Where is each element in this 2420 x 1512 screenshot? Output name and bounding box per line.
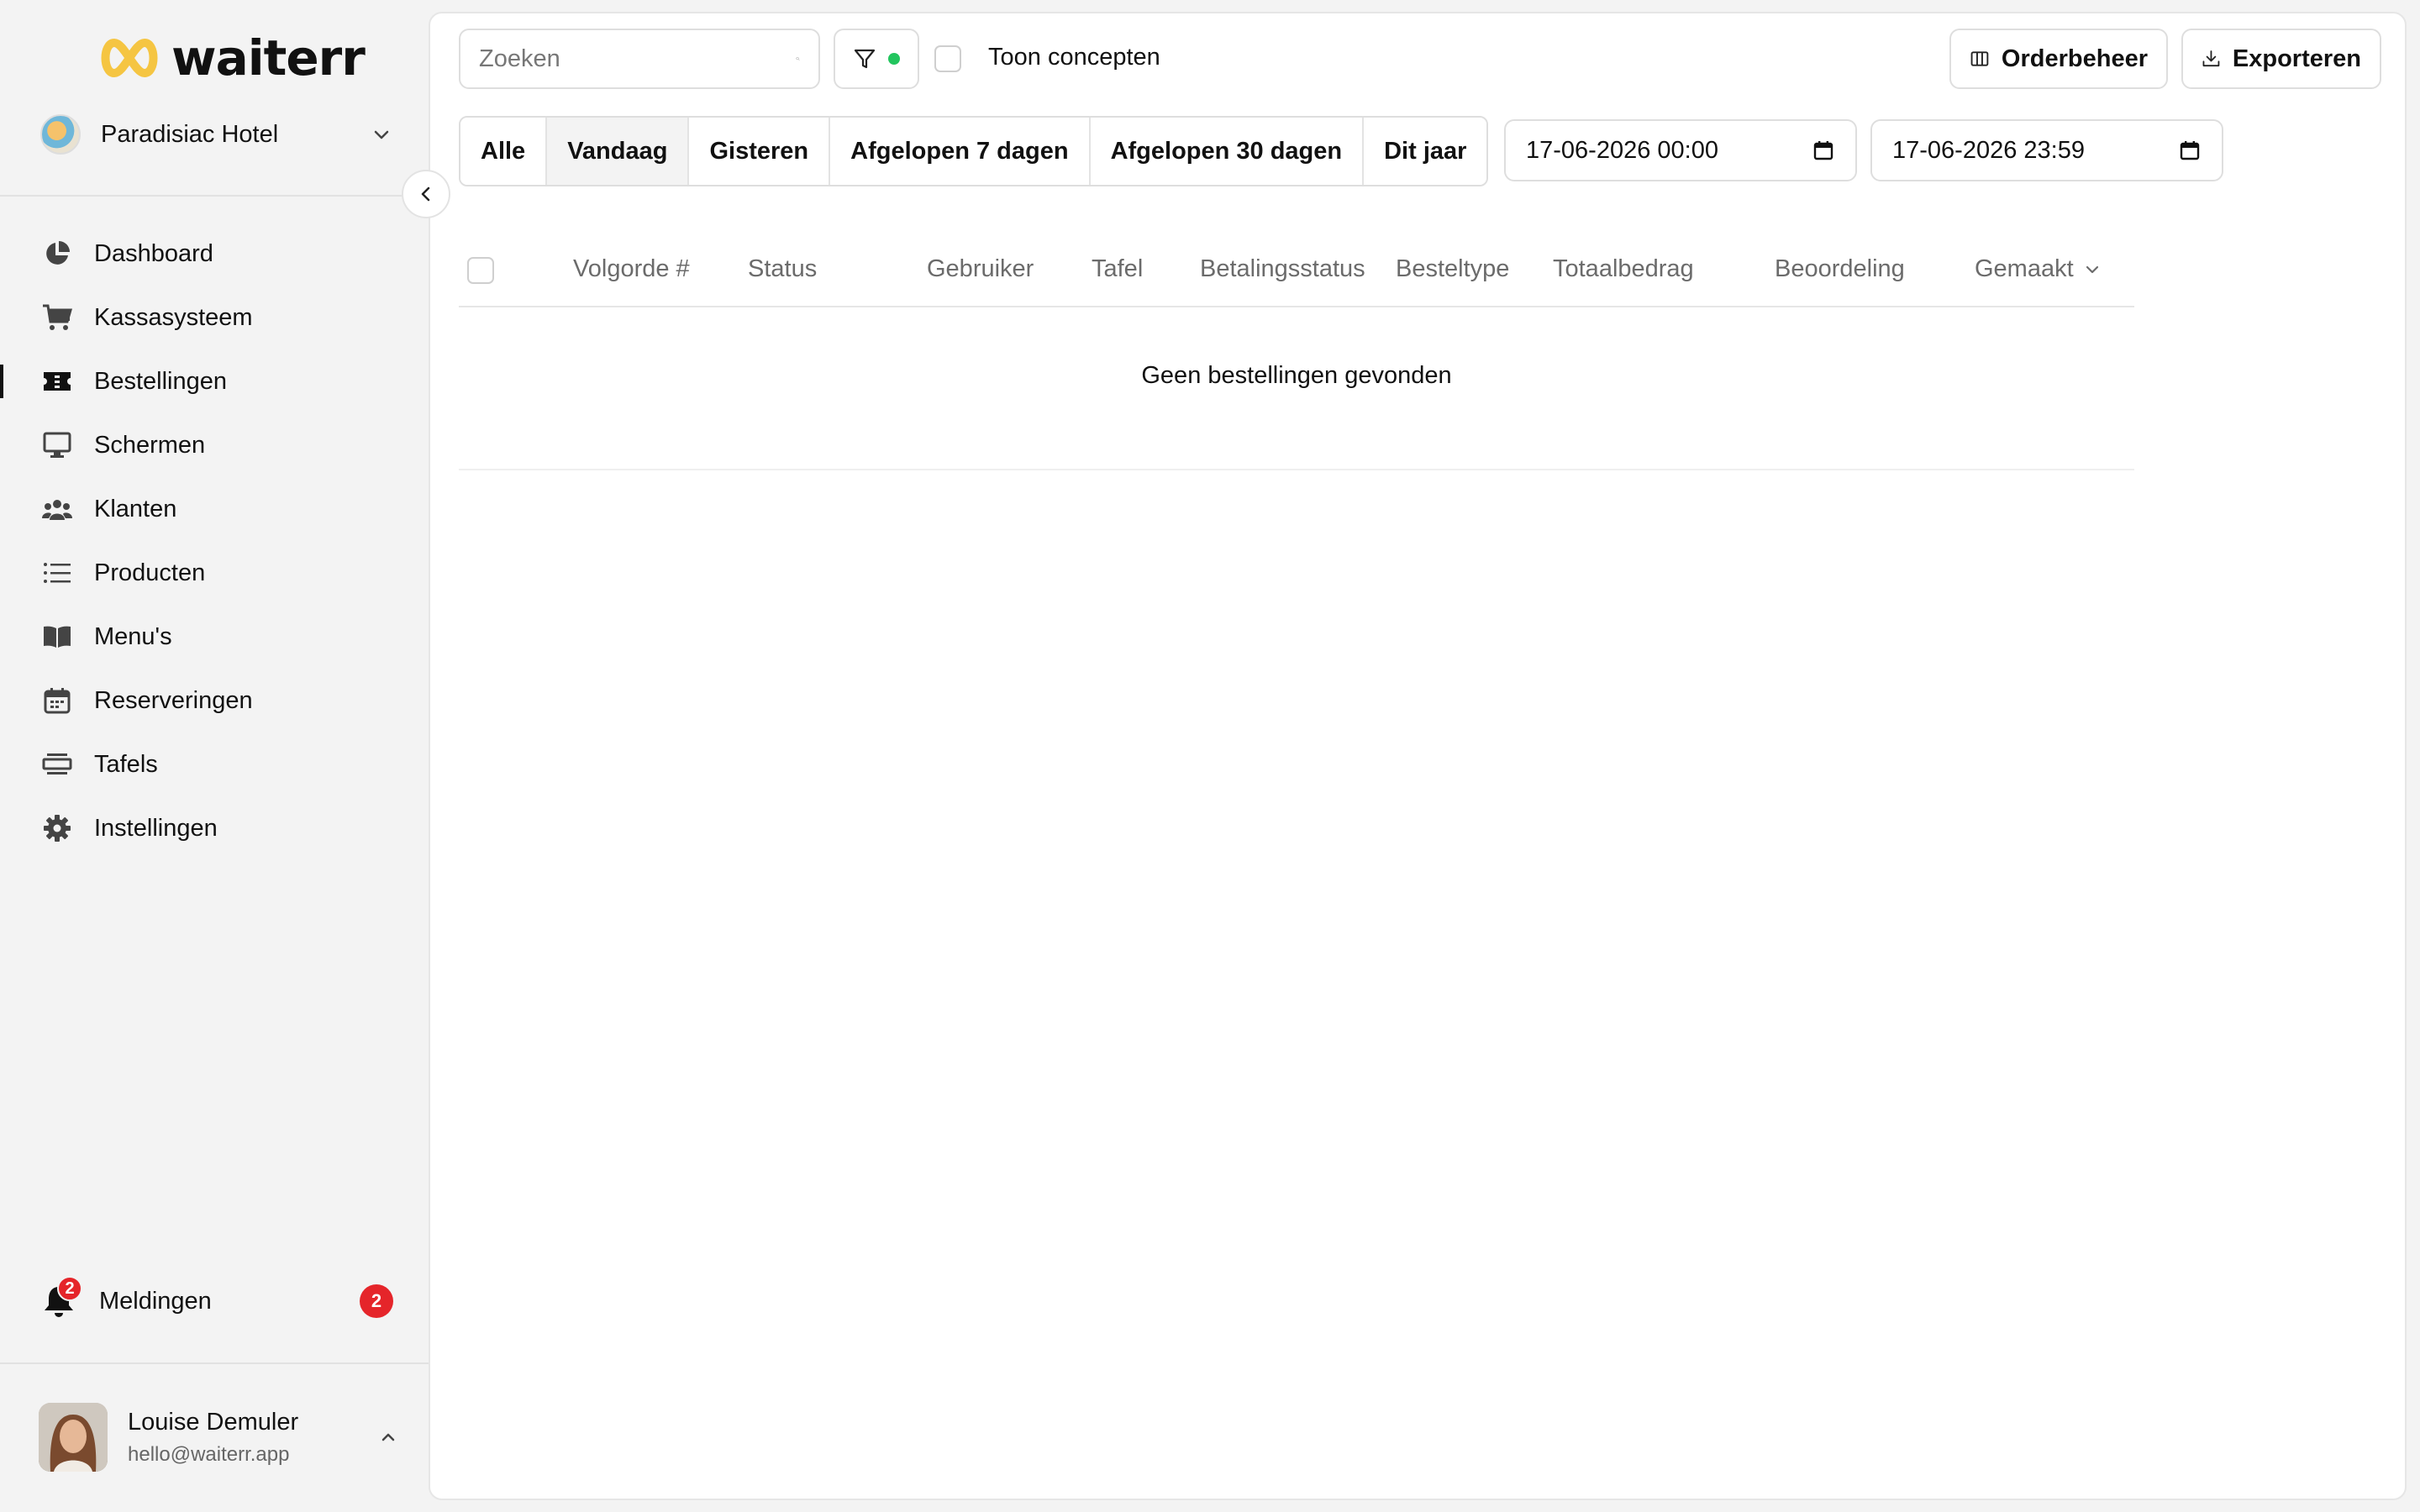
column-header-payment-status[interactable]: Betalingsstatus <box>1200 255 1365 283</box>
sidebar-item-label: Dashboard <box>94 239 213 267</box>
brand-logo[interactable]: waiterr <box>99 29 366 87</box>
column-header-user[interactable]: Gebruiker <box>927 255 1034 283</box>
brand-name: waiterr <box>171 29 366 87</box>
download-icon <box>2202 50 2220 67</box>
chevron-up-icon <box>381 1433 395 1441</box>
range-tab-vandaag[interactable]: Vandaag <box>545 118 688 185</box>
notification-dot-badge: 2 <box>57 1276 82 1301</box>
bell-icon: 2 <box>40 1276 82 1320</box>
gear-icon <box>42 813 72 843</box>
monitor-icon <box>42 430 72 460</box>
collapse-sidebar-button[interactable] <box>402 170 450 218</box>
order-management-label: Orderbeheer <box>2001 45 2148 72</box>
book-icon <box>42 622 72 652</box>
empty-state-message: Geen bestellingen gevonden <box>1141 361 1452 389</box>
cart-icon <box>42 302 72 333</box>
sidebar-divider <box>0 1362 429 1364</box>
users-icon <box>42 494 72 524</box>
date-from-value: 17-06-2026 00:00 <box>1526 136 1718 164</box>
search-input[interactable] <box>479 45 796 73</box>
chevron-left-icon <box>421 186 430 202</box>
order-management-button[interactable]: Orderbeheer <box>1949 29 2168 89</box>
user-menu[interactable]: Louise Demuler hello@waiterr.app <box>39 1403 400 1472</box>
notifications-item[interactable]: 2 Meldingen 2 <box>40 1276 393 1326</box>
orders-table: Volgorde # Status Gebruiker Tafel Betali… <box>459 230 2134 470</box>
venue-avatar <box>40 114 81 155</box>
date-range-tabs: Alle Vandaag Gisteren Afgelopen 7 dagen … <box>459 116 1489 186</box>
sidebar: waiterr Paradisiac Hotel Dashboard Kassa… <box>0 0 429 1512</box>
export-button[interactable]: Exporteren <box>2181 29 2381 89</box>
list-icon <box>42 558 72 588</box>
calendar-picker-icon[interactable] <box>2178 139 2202 162</box>
column-header-table[interactable]: Tafel <box>1092 255 1143 283</box>
column-header-created[interactable]: Gemaakt <box>1975 255 2102 283</box>
ticket-icon <box>42 366 72 396</box>
column-header-rating[interactable]: Beoordeling <box>1775 255 1905 283</box>
sidebar-item-label: Klanten <box>94 495 177 522</box>
user-email: hello@waiterr.app <box>128 1442 290 1466</box>
show-drafts-checkbox[interactable] <box>934 45 961 72</box>
range-tab-gisteren[interactable]: Gisteren <box>687 118 829 185</box>
sidebar-item-kassasysteem[interactable]: Kassasysteem <box>0 286 429 349</box>
range-tab-last-30-days[interactable]: Afgelopen 30 dagen <box>1088 118 1363 185</box>
column-header-order-type[interactable]: Besteltype <box>1396 255 1509 283</box>
user-name: Louise Demuler <box>128 1408 299 1436</box>
search-box <box>459 29 820 89</box>
sidebar-item-label: Instellingen <box>94 814 218 842</box>
avatar <box>39 1403 108 1472</box>
calendar-picker-icon[interactable] <box>1812 139 1835 162</box>
table-icon <box>42 749 72 780</box>
sidebar-item-label: Producten <box>94 559 206 586</box>
search-icon[interactable] <box>796 44 800 74</box>
active-filter-dot <box>888 53 900 65</box>
sidebar-item-label: Tafels <box>94 750 158 778</box>
sidebar-item-label: Schermen <box>94 431 206 459</box>
sidebar-divider <box>0 195 429 197</box>
infinity-logo-icon <box>101 38 158 78</box>
select-all-checkbox[interactable] <box>467 257 494 284</box>
sidebar-item-label: Kassasysteem <box>94 303 253 331</box>
range-tab-this-year[interactable]: Dit jaar <box>1362 118 1487 185</box>
notification-count-badge: 2 <box>360 1284 393 1318</box>
venue-selector[interactable]: Paradisiac Hotel <box>40 113 393 156</box>
column-header-order-number[interactable]: Volgorde # <box>573 255 690 283</box>
date-to-field[interactable]: 17-06-2026 23:59 <box>1870 119 2223 181</box>
range-tab-alle[interactable]: Alle <box>460 118 546 185</box>
range-tab-last-7-days[interactable]: Afgelopen 7 dagen <box>829 118 1089 185</box>
main-panel: Toon concepten Orderbeheer Exporteren Al… <box>429 12 2407 1500</box>
sidebar-item-menus[interactable]: Menu's <box>0 605 429 669</box>
sidebar-item-instellingen[interactable]: Instellingen <box>0 796 429 860</box>
columns-icon <box>1970 51 1989 66</box>
column-header-created-label: Gemaakt <box>1975 255 2074 282</box>
sidebar-item-schermen[interactable]: Schermen <box>0 413 429 477</box>
date-to-value: 17-06-2026 23:59 <box>1892 136 2085 164</box>
sidebar-item-label: Bestellingen <box>94 367 227 395</box>
date-from-field[interactable]: 17-06-2026 00:00 <box>1504 119 1857 181</box>
user-info: Louise Demuler hello@waiterr.app <box>128 1409 376 1467</box>
notifications-label: Meldingen <box>99 1287 212 1315</box>
sort-chevron-down-icon <box>2086 265 2098 273</box>
show-drafts-label[interactable]: Toon concepten <box>988 44 1160 71</box>
sidebar-item-klanten[interactable]: Klanten <box>0 477 429 541</box>
sidebar-item-dashboard[interactable]: Dashboard <box>0 222 429 286</box>
filter-button[interactable] <box>834 29 919 89</box>
sidebar-item-label: Menu's <box>94 622 172 650</box>
sidebar-item-label: Reserveringen <box>94 686 253 714</box>
sidebar-item-tafels[interactable]: Tafels <box>0 732 429 796</box>
venue-name: Paradisiac Hotel <box>101 120 279 148</box>
calendar-icon <box>42 685 72 716</box>
pie-chart-icon <box>42 239 72 269</box>
export-label: Exporteren <box>2232 45 2361 72</box>
empty-state-row: Geen bestellingen gevonden <box>459 307 2134 470</box>
column-header-total[interactable]: Totaalbedrag <box>1553 255 1694 283</box>
column-header-status[interactable]: Status <box>748 255 817 283</box>
chevron-down-icon <box>374 130 389 139</box>
filter-icon <box>854 49 876 69</box>
sidebar-item-producten[interactable]: Producten <box>0 541 429 605</box>
sidebar-nav: Dashboard Kassasysteem Bestellingen Sche… <box>0 222 429 860</box>
sidebar-item-bestellingen[interactable]: Bestellingen <box>0 349 429 413</box>
table-header: Volgorde # Status Gebruiker Tafel Betali… <box>459 230 2134 307</box>
sidebar-item-reserveringen[interactable]: Reserveringen <box>0 669 429 732</box>
